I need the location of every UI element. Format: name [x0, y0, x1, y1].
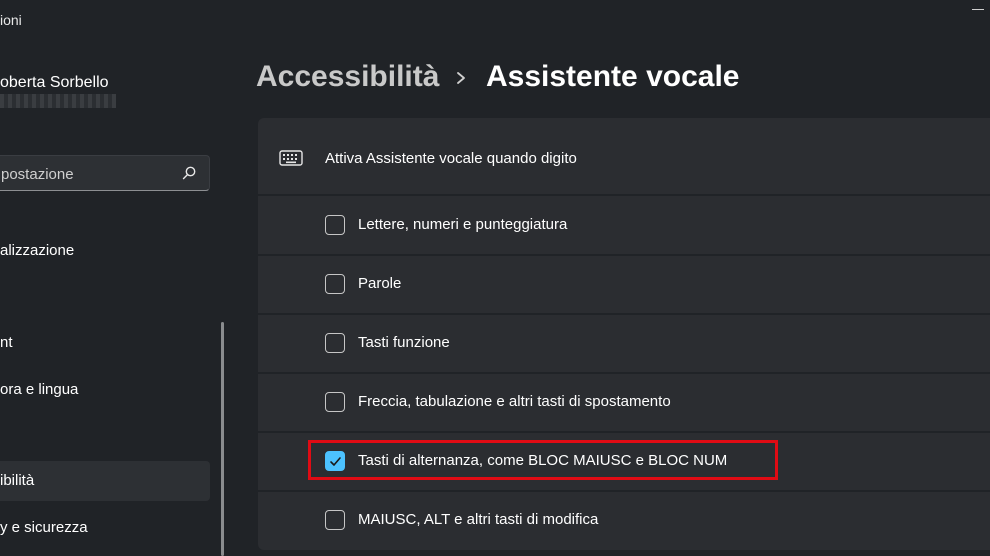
checkbox-words[interactable] — [325, 274, 345, 294]
minimize-button[interactable] — [972, 9, 984, 10]
sidebar-item-label: y e sicurezza — [0, 519, 88, 536]
chevron-right-icon — [457, 72, 465, 84]
checkbox-navigation-keys[interactable] — [325, 392, 345, 412]
highlight-annotation — [308, 440, 778, 480]
option-label: Freccia, tabulazione e altri tasti di sp… — [358, 393, 671, 410]
search-icon[interactable] — [181, 165, 197, 181]
breadcrumb-parent[interactable]: Accessibilità — [256, 60, 439, 94]
option-row[interactable]: Freccia, tabulazione e altri tasti di sp… — [258, 374, 990, 431]
checkbox-letters-numbers[interactable] — [325, 215, 345, 235]
option-label: MAIUSC, ALT e altri tasti di modifica — [358, 511, 599, 528]
option-row[interactable]: MAIUSC, ALT e altri tasti di modifica — [258, 492, 990, 550]
sidebar-item-ora-e-lingua[interactable]: ora e lingua — [0, 370, 210, 410]
keyboard-icon — [279, 150, 303, 166]
sidebar-item-accessibilita[interactable]: ibilità — [0, 461, 210, 501]
sidebar-item-privacy-e-sicurezza[interactable]: y e sicurezza — [0, 508, 210, 548]
checkbox-modifier-keys[interactable] — [325, 510, 345, 530]
app-title: ioni — [0, 12, 22, 28]
search-text: postazione — [1, 166, 74, 183]
user-name: oberta Sorbello — [0, 74, 109, 91]
option-row[interactable]: Lettere, numeri e punteggiatura — [258, 196, 990, 254]
sidebar-item-personalizzazione[interactable]: alizzazione — [0, 231, 210, 271]
option-label: Lettere, numeri e punteggiatura — [358, 216, 568, 233]
typing-options-panel: Attiva Assistente vocale quando digito L… — [258, 118, 990, 550]
option-label: Tasti funzione — [358, 334, 450, 351]
section-header: Attiva Assistente vocale quando digito — [258, 118, 990, 194]
option-row[interactable]: Parole — [258, 256, 990, 313]
sidebar-item-account[interactable]: nt — [0, 323, 210, 363]
page-title: Assistente vocale — [486, 60, 740, 93]
sidebar-item-label: alizzazione — [0, 242, 75, 259]
section-header-label: Attiva Assistente vocale quando digito — [325, 150, 577, 167]
checkbox-function-keys[interactable] — [325, 333, 345, 353]
option-row[interactable]: Tasti funzione — [258, 315, 990, 372]
option-label: Parole — [358, 275, 402, 292]
sidebar-item-label: ora e lingua — [0, 381, 79, 398]
sidebar-item-label: ibilità — [0, 472, 35, 489]
user-email-blurred — [0, 94, 116, 108]
sidebar-scrollbar[interactable] — [221, 322, 224, 556]
search-input[interactable]: postazione — [0, 155, 210, 191]
sidebar-item-label: nt — [0, 334, 13, 351]
